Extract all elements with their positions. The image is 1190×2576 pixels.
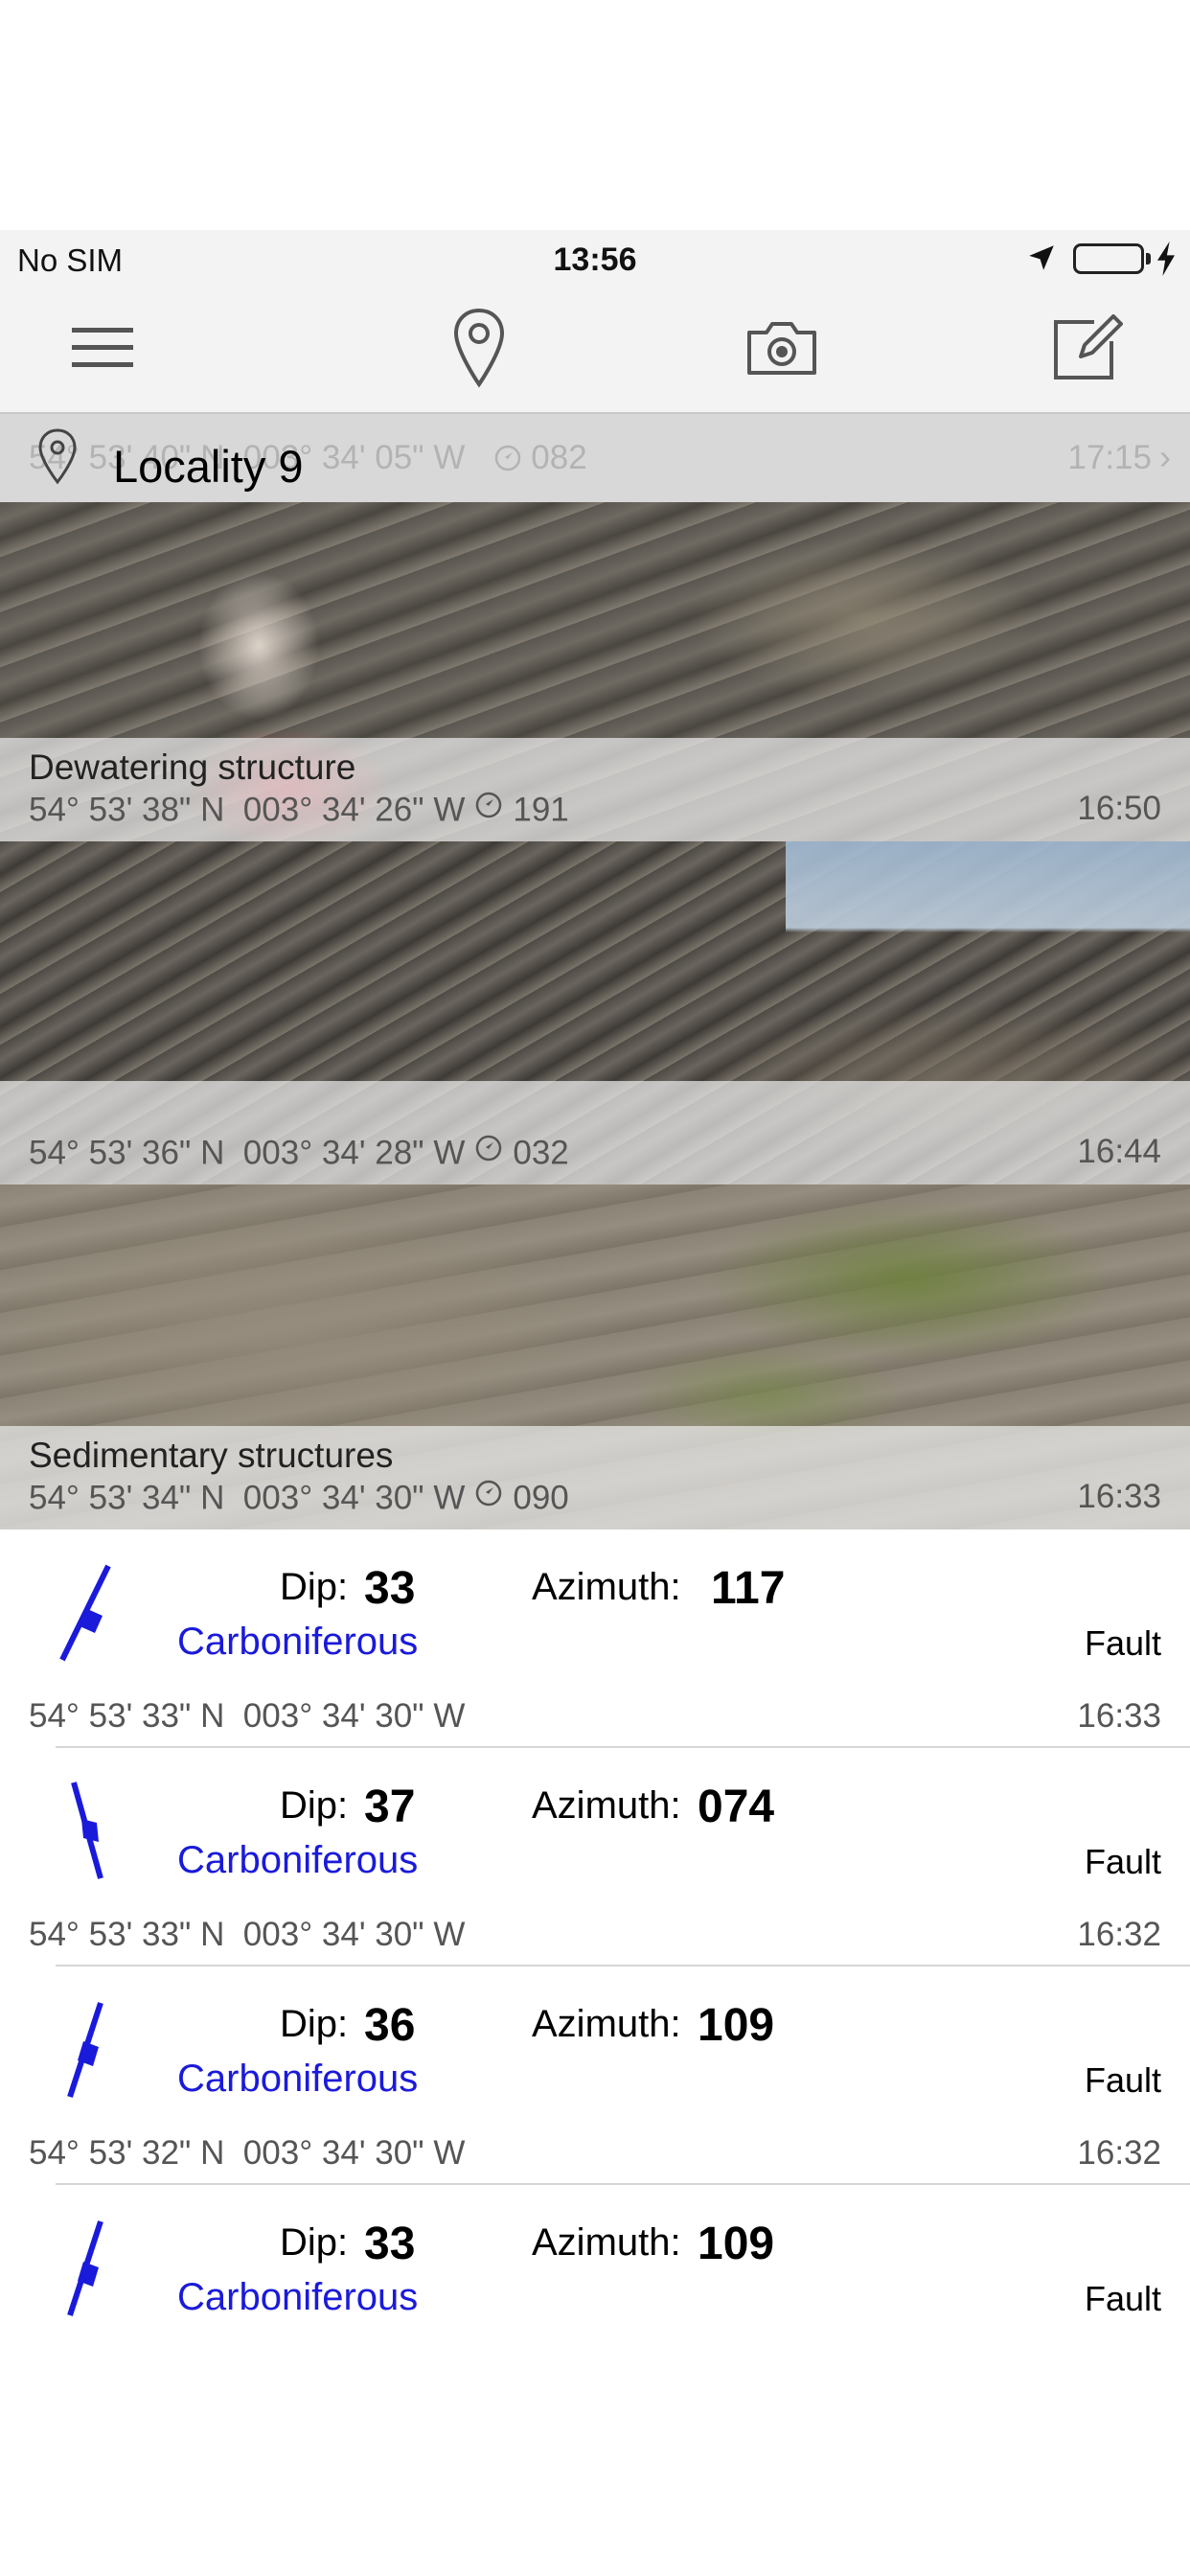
locality-title: Locality 9 (113, 441, 304, 492)
charging-bolt-icon (1156, 242, 1177, 281)
measurement-row[interactable]: Dip: 36 Azimuth: 109 Carboniferous Fault… (0, 1966, 1190, 2185)
add-locality-button[interactable] (431, 307, 527, 393)
dip-value: 33 (364, 2219, 416, 2269)
era-label: Carboniferous (177, 2058, 419, 2100)
photo-time: 16:44 (1077, 1133, 1161, 1170)
photo-entry[interactable]: Dewatering structure 54° 53' 38" N 003° … (0, 502, 1190, 841)
measurement-coords: 54° 53' 32" N 003° 34' 30" W (29, 2134, 466, 2172)
dip-label: Dip: (280, 1566, 349, 1608)
strike-dip-symbol-icon (53, 2216, 120, 2326)
toolbar (0, 288, 1190, 414)
compass-icon (493, 439, 522, 476)
status-bar: No SIM 13:56 (0, 230, 1190, 288)
camera-icon (745, 319, 818, 381)
azimuth-value: 117 (711, 1563, 786, 1614)
locality-header[interactable]: 54° 53' 40" N 003° 34' 05" W 082 17:15 ›… (0, 414, 1190, 502)
photo-title: Dewatering structure (29, 748, 356, 787)
camera-button[interactable] (734, 307, 830, 393)
azimuth-label: Azimuth: (532, 2221, 681, 2264)
strike-dip-symbol-icon (53, 1779, 120, 1889)
azimuth-value: 109 (698, 2219, 775, 2269)
feature-type: Fault (1084, 1842, 1161, 1881)
dip-label: Dip: (280, 2003, 349, 2045)
compose-button[interactable] (1040, 307, 1135, 393)
photo-entry[interactable]: 54° 53' 36" N 003° 34' 28" W 032 16:44 (0, 841, 1190, 1184)
measurement-time: 16:32 (1077, 2134, 1161, 2172)
photo-caption: Sedimentary structures 54° 53' 34" N 003… (0, 1426, 1190, 1530)
measurement-time: 16:32 (1077, 1916, 1161, 1953)
menu-button[interactable] (55, 307, 150, 393)
compass-icon (474, 1133, 503, 1171)
feature-type: Fault (1084, 2279, 1161, 2318)
photo-coords: 54° 53' 34" N 003° 34' 30" W 090 (29, 1478, 569, 1517)
photo-entry[interactable]: Sedimentary structures 54° 53' 34" N 003… (0, 1184, 1190, 1530)
map-pin-icon (36, 427, 79, 490)
photo-caption: 54° 53' 36" N 003° 34' 28" W 032 16:44 (0, 1081, 1190, 1184)
menu-icon (72, 324, 133, 377)
measurement-row[interactable]: Dip: 33 Azimuth: 117 Carboniferous Fault… (0, 1530, 1190, 1748)
battery-nub (1146, 253, 1151, 264)
strike-dip-symbol-icon (53, 1560, 120, 1670)
azimuth-value: 109 (698, 2000, 775, 2051)
azimuth-label: Azimuth: (532, 2003, 681, 2045)
compass-icon (474, 790, 503, 828)
dip-value: 36 (364, 2000, 416, 2051)
photo-title: Sedimentary structures (29, 1436, 394, 1475)
feature-type: Fault (1084, 1623, 1161, 1663)
photo-time: 16:33 (1077, 1478, 1161, 1515)
chevron-right-icon: › (1159, 437, 1171, 476)
photo-time: 16:50 (1077, 790, 1161, 827)
locality-ghost-time: 17:15 (1067, 439, 1152, 476)
location-arrow-icon (1025, 242, 1058, 279)
battery-icon (1073, 243, 1144, 274)
era-label: Carboniferous (177, 1839, 419, 1881)
compass-icon (474, 1478, 503, 1516)
azimuth-value: 074 (698, 1782, 775, 1832)
clock: 13:56 (553, 242, 637, 278)
map-pin-icon (452, 308, 506, 393)
era-label: Carboniferous (177, 2276, 419, 2318)
dip-value: 37 (364, 1782, 416, 1832)
dip-label: Dip: (280, 1784, 349, 1827)
compose-icon (1052, 313, 1123, 386)
era-label: Carboniferous (177, 1621, 419, 1663)
azimuth-label: Azimuth: (532, 1566, 681, 1608)
measurement-row[interactable]: Dip: 37 Azimuth: 074 Carboniferous Fault… (0, 1748, 1190, 1966)
measurement-coords: 54° 53' 33" N 003° 34' 30" W (29, 1697, 466, 1735)
dip-value: 33 (364, 1563, 416, 1614)
photo-coords: 54° 53' 38" N 003° 34' 26" W 191 (29, 790, 569, 829)
dip-label: Dip: (280, 2221, 349, 2264)
azimuth-label: Azimuth: (532, 1784, 681, 1827)
feature-type: Fault (1084, 2060, 1161, 2100)
measurement-coords: 54° 53' 33" N 003° 34' 30" W (29, 1916, 466, 1953)
photo-coords: 54° 53' 36" N 003° 34' 28" W 032 (29, 1133, 569, 1172)
top-blank-area (0, 0, 1190, 230)
measurement-row[interactable]: Dip: 33 Azimuth: 109 Carboniferous Fault (0, 2185, 1190, 2404)
strike-dip-symbol-icon (53, 1997, 120, 2107)
photo-caption: Dewatering structure 54° 53' 38" N 003° … (0, 738, 1190, 841)
measurement-time: 16:33 (1077, 1697, 1161, 1735)
